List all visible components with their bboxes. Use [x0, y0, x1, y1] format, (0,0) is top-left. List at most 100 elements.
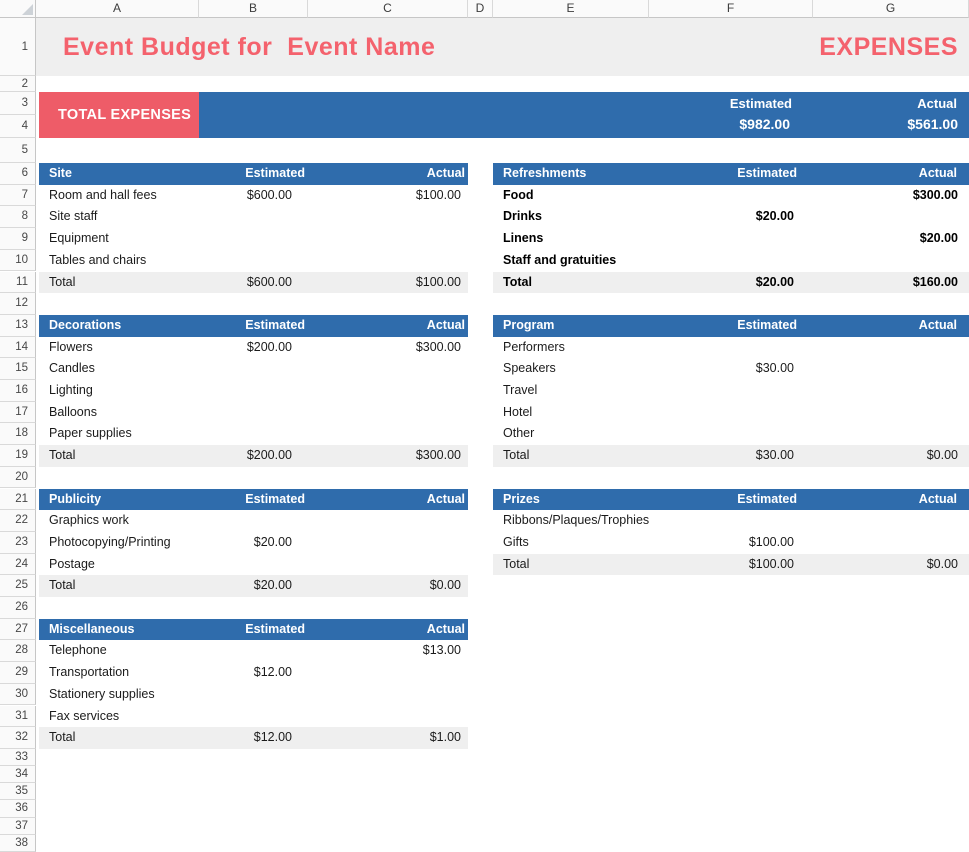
total-expenses-label-cell[interactable]: TOTAL EXPENSES [39, 92, 199, 138]
cell-label[interactable]: Equipment [49, 228, 109, 250]
row-header-19[interactable]: 19 [0, 445, 36, 467]
total-actual-value-cell[interactable]: $561.00 [907, 117, 958, 131]
cell-label[interactable]: Performers [503, 337, 565, 359]
cell-label[interactable]: Postage [49, 554, 95, 576]
row-header-9[interactable]: 9 [0, 228, 36, 250]
column-label-actual[interactable]: Actual [493, 315, 969, 337]
section-header-program[interactable]: ProgramEstimatedActual [493, 315, 969, 337]
column-label-actual[interactable]: Actual [493, 489, 969, 511]
section-header-decorations[interactable]: DecorationsEstimatedActual [39, 315, 468, 337]
row-header-7[interactable]: 7 [0, 185, 36, 207]
cell-estimated[interactable]: $20.00 [39, 532, 308, 554]
section-header-miscellaneous[interactable]: MiscellaneousEstimatedActual [39, 619, 468, 641]
row-header-18[interactable]: 18 [0, 423, 36, 445]
row-header-8[interactable]: 8 [0, 206, 36, 228]
cell-actual[interactable]: $300.00 [39, 337, 468, 359]
row-header-5[interactable]: 5 [0, 138, 36, 163]
cell-label[interactable]: Fax services [49, 706, 119, 728]
cell-actual[interactable]: $160.00 [493, 272, 969, 294]
row-header-13[interactable]: 13 [0, 315, 36, 337]
row-header-10[interactable]: 10 [0, 250, 36, 272]
row-header-32[interactable]: 32 [0, 727, 36, 749]
column-label-actual[interactable]: Actual [39, 163, 468, 185]
column-header-f[interactable]: F [649, 0, 813, 18]
row-header-3[interactable]: 3 [0, 92, 36, 115]
row-header-15[interactable]: 15 [0, 358, 36, 380]
cell-estimated[interactable]: $30.00 [493, 358, 813, 380]
row-header-36[interactable]: 36 [0, 800, 36, 817]
cell-label[interactable]: Balloons [49, 402, 97, 424]
cell-actual[interactable]: $100.00 [39, 185, 468, 207]
row-header-24[interactable]: 24 [0, 554, 36, 576]
cell-estimated[interactable]: $100.00 [493, 532, 813, 554]
column-header-e[interactable]: E [493, 0, 649, 18]
cell-label[interactable]: Candles [49, 358, 95, 380]
row-header-4[interactable]: 4 [0, 115, 36, 138]
cell-actual[interactable]: $100.00 [39, 272, 468, 294]
column-header-b[interactable]: B [199, 0, 308, 18]
row-header-25[interactable]: 25 [0, 575, 36, 597]
cell-label[interactable]: Lighting [49, 380, 93, 402]
total-estimated-value-cell[interactable]: $982.00 [739, 117, 790, 131]
column-label-actual[interactable]: Actual [39, 315, 468, 337]
column-label-actual[interactable]: Actual [493, 163, 969, 185]
row-header-30[interactable]: 30 [0, 684, 36, 706]
cell-actual[interactable]: $300.00 [493, 185, 969, 207]
cell-actual[interactable]: $0.00 [493, 445, 969, 467]
row-header-11[interactable]: 11 [0, 272, 36, 294]
row-header-1[interactable]: 1 [0, 18, 36, 76]
row-header-14[interactable]: 14 [0, 337, 36, 359]
row-header-2[interactable]: 2 [0, 76, 36, 92]
cell-estimated[interactable]: $20.00 [493, 206, 813, 228]
column-header-c[interactable]: C [308, 0, 468, 18]
select-all-corner[interactable] [0, 0, 36, 18]
cell-label[interactable]: Graphics work [49, 510, 129, 532]
section-header-prizes[interactable]: PrizesEstimatedActual [493, 489, 969, 511]
cell-estimated[interactable]: $12.00 [39, 662, 308, 684]
cell-label[interactable]: Hotel [503, 402, 532, 424]
column-label-actual[interactable]: Actual [39, 619, 468, 641]
row-header-38[interactable]: 38 [0, 835, 36, 852]
cell-actual[interactable]: $13.00 [39, 640, 468, 662]
row-header-27[interactable]: 27 [0, 619, 36, 641]
section-header-publicity[interactable]: PublicityEstimatedActual [39, 489, 468, 511]
cell-label[interactable]: Other [503, 423, 534, 445]
cell-actual[interactable]: $0.00 [39, 575, 468, 597]
section-header-refreshments[interactable]: RefreshmentsEstimatedActual [493, 163, 969, 185]
row-header-16[interactable]: 16 [0, 380, 36, 402]
workbook-title-cell[interactable]: Event Budget for Event Name [63, 18, 435, 76]
cell-label[interactable]: Stationery supplies [49, 684, 155, 706]
row-header-33[interactable]: 33 [0, 749, 36, 766]
cell-label[interactable]: Site staff [49, 206, 97, 228]
cell-actual[interactable]: $300.00 [39, 445, 468, 467]
row-header-28[interactable]: 28 [0, 640, 36, 662]
row-header-23[interactable]: 23 [0, 532, 36, 554]
row-header-35[interactable]: 35 [0, 783, 36, 800]
row-header-21[interactable]: 21 [0, 489, 36, 511]
column-header-d[interactable]: D [468, 0, 493, 18]
row-header-12[interactable]: 12 [0, 293, 36, 315]
row-header-26[interactable]: 26 [0, 597, 36, 619]
column-header-a[interactable]: A [36, 0, 199, 18]
cell-label[interactable]: Ribbons/Plaques/Trophies [503, 510, 649, 532]
row-header-20[interactable]: 20 [0, 467, 36, 489]
total-actual-header-cell[interactable]: Actual [917, 97, 957, 111]
column-header-g[interactable]: G [813, 0, 969, 18]
row-header-6[interactable]: 6 [0, 163, 36, 185]
cell-actual[interactable]: $1.00 [39, 727, 468, 749]
cell-label[interactable]: Staff and gratuities [503, 250, 616, 272]
row-header-17[interactable]: 17 [0, 402, 36, 424]
row-header-31[interactable]: 31 [0, 706, 36, 728]
row-header-37[interactable]: 37 [0, 818, 36, 835]
row-header-29[interactable]: 29 [0, 662, 36, 684]
row-header-22[interactable]: 22 [0, 510, 36, 532]
cell-actual[interactable]: $20.00 [493, 228, 969, 250]
cell-label[interactable]: Travel [503, 380, 537, 402]
cell-actual[interactable]: $0.00 [493, 554, 969, 576]
section-header-site[interactable]: SiteEstimatedActual [39, 163, 468, 185]
row-header-34[interactable]: 34 [0, 766, 36, 783]
total-estimated-header-cell[interactable]: Estimated [730, 97, 792, 111]
column-label-actual[interactable]: Actual [39, 489, 468, 511]
expenses-badge-cell[interactable]: EXPENSES [819, 18, 958, 76]
cell-label[interactable]: Tables and chairs [49, 250, 146, 272]
